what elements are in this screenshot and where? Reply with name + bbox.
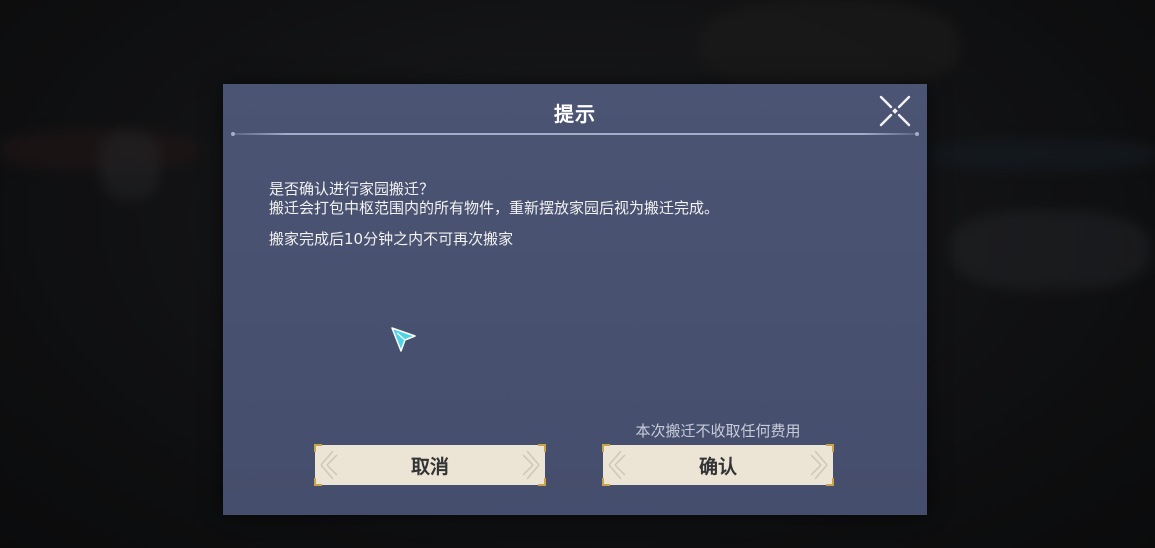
relocation-confirm-dialog: 提示 是否确认进行家园搬迁？ 搬迁会打包中枢范围内的所有物件，重新摆放家园后视为… [223, 84, 927, 515]
cancel-button[interactable]: 取消 [314, 444, 546, 486]
cancel-button-label: 取消 [410, 455, 449, 478]
message-line: 搬迁会打包中枢范围内的所有物件，重新摆放家园后视为搬迁完成。 [269, 199, 720, 217]
ornament-icon [810, 450, 828, 480]
message-line: 搬家完成后10分钟之内不可再次搬家 [269, 230, 514, 248]
ornament-icon [320, 450, 338, 480]
dialog-title: 提示 [554, 102, 596, 126]
dialog-message: 是否确认进行家园搬迁？ 搬迁会打包中枢范围内的所有物件，重新摆放家园后视为搬迁完… [269, 180, 719, 249]
confirm-button-label: 确认 [698, 455, 737, 478]
close-icon [879, 95, 911, 127]
message-line: 是否确认进行家园搬迁？ [269, 180, 435, 198]
title-divider [231, 132, 919, 136]
ornament-icon [522, 450, 540, 480]
ornament-icon [608, 450, 626, 480]
cursor-icon [391, 327, 416, 352]
fee-note: 本次搬迁不收取任何费用 [635, 422, 801, 440]
confirm-button[interactable]: 确认 [602, 444, 834, 486]
close-button[interactable] [877, 93, 913, 129]
